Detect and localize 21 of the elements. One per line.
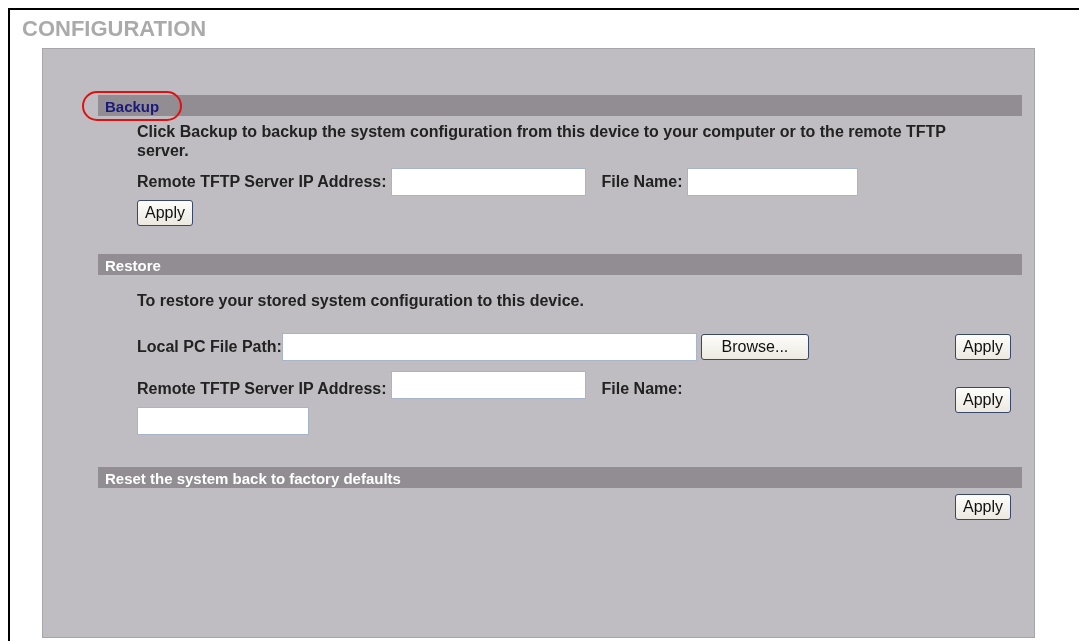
text-field[interactable] bbox=[390, 371, 586, 399]
page-title: CONFIGURATION bbox=[22, 16, 208, 42]
field-label: Remote TFTP Server IP Address: bbox=[137, 379, 387, 399]
text-field[interactable] bbox=[137, 407, 309, 435]
text-field[interactable] bbox=[390, 168, 586, 196]
apply-button[interactable]: Apply bbox=[954, 334, 1011, 360]
text-field[interactable] bbox=[281, 333, 697, 361]
apply-button[interactable]: Apply bbox=[954, 494, 1011, 520]
description-text: Click Backup to backup the system configuration from this device to your computer or to the remote TFTP server. bbox=[137, 122, 947, 160]
section-title: Restore bbox=[104, 256, 161, 276]
text-field[interactable] bbox=[686, 168, 858, 196]
field-label: Local PC File Path: bbox=[137, 337, 282, 357]
section-title: Backup bbox=[104, 97, 160, 117]
section-title: Reset the system back to factory defaults bbox=[104, 469, 401, 489]
field-label: File Name: bbox=[601, 172, 683, 192]
apply-button[interactable]: Apply bbox=[137, 200, 194, 226]
apply-button[interactable]: Apply bbox=[954, 387, 1011, 413]
field-label: File Name: bbox=[601, 379, 683, 399]
description-text: To restore your stored system configuration to this device. bbox=[137, 291, 585, 310]
browse-button[interactable]: Browse... bbox=[700, 334, 809, 360]
field-label: Remote TFTP Server IP Address: bbox=[137, 172, 387, 192]
